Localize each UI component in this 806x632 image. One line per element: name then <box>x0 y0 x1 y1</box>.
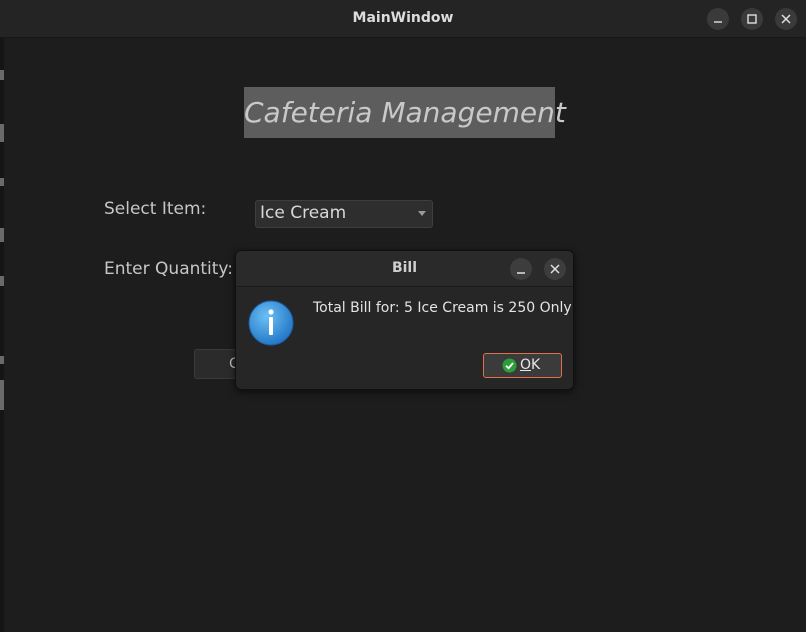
maximize-button[interactable] <box>741 8 763 30</box>
ok-button[interactable]: OK <box>483 353 562 378</box>
chevron-down-icon <box>418 211 426 216</box>
minimize-button[interactable] <box>707 8 729 30</box>
page-title: Cafeteria Management <box>244 87 566 138</box>
window-titlebar: MainWindow <box>0 0 806 38</box>
select-item-label: Select Item: <box>104 199 207 219</box>
bill-message: Total Bill for: 5 Ice Cream is 250 Only! <box>313 300 574 316</box>
window-title: MainWindow <box>352 10 454 26</box>
minimize-icon <box>714 21 722 23</box>
close-icon <box>781 14 791 24</box>
minimize-icon <box>517 272 525 274</box>
dialog-minimize-button[interactable] <box>510 258 532 280</box>
left-window-edge <box>0 38 4 632</box>
dialog-titlebar: Bill <box>236 251 573 287</box>
info-icon <box>248 300 294 346</box>
maximize-icon <box>747 14 757 24</box>
close-icon <box>550 264 560 274</box>
main-window: MainWindow Cafeteria Management Select I… <box>0 0 806 632</box>
quantity-label: Enter Quantity: <box>104 259 233 279</box>
item-select[interactable]: Ice Cream <box>255 200 433 228</box>
item-select-value: Ice Cream <box>260 203 347 223</box>
bill-dialog: Bill Total Bill for: 5 Ice Cream is 250 … <box>235 250 574 390</box>
close-button[interactable] <box>775 8 797 30</box>
dialog-close-button[interactable] <box>544 258 566 280</box>
ok-button-label: OK <box>520 357 541 373</box>
check-icon <box>502 358 517 373</box>
